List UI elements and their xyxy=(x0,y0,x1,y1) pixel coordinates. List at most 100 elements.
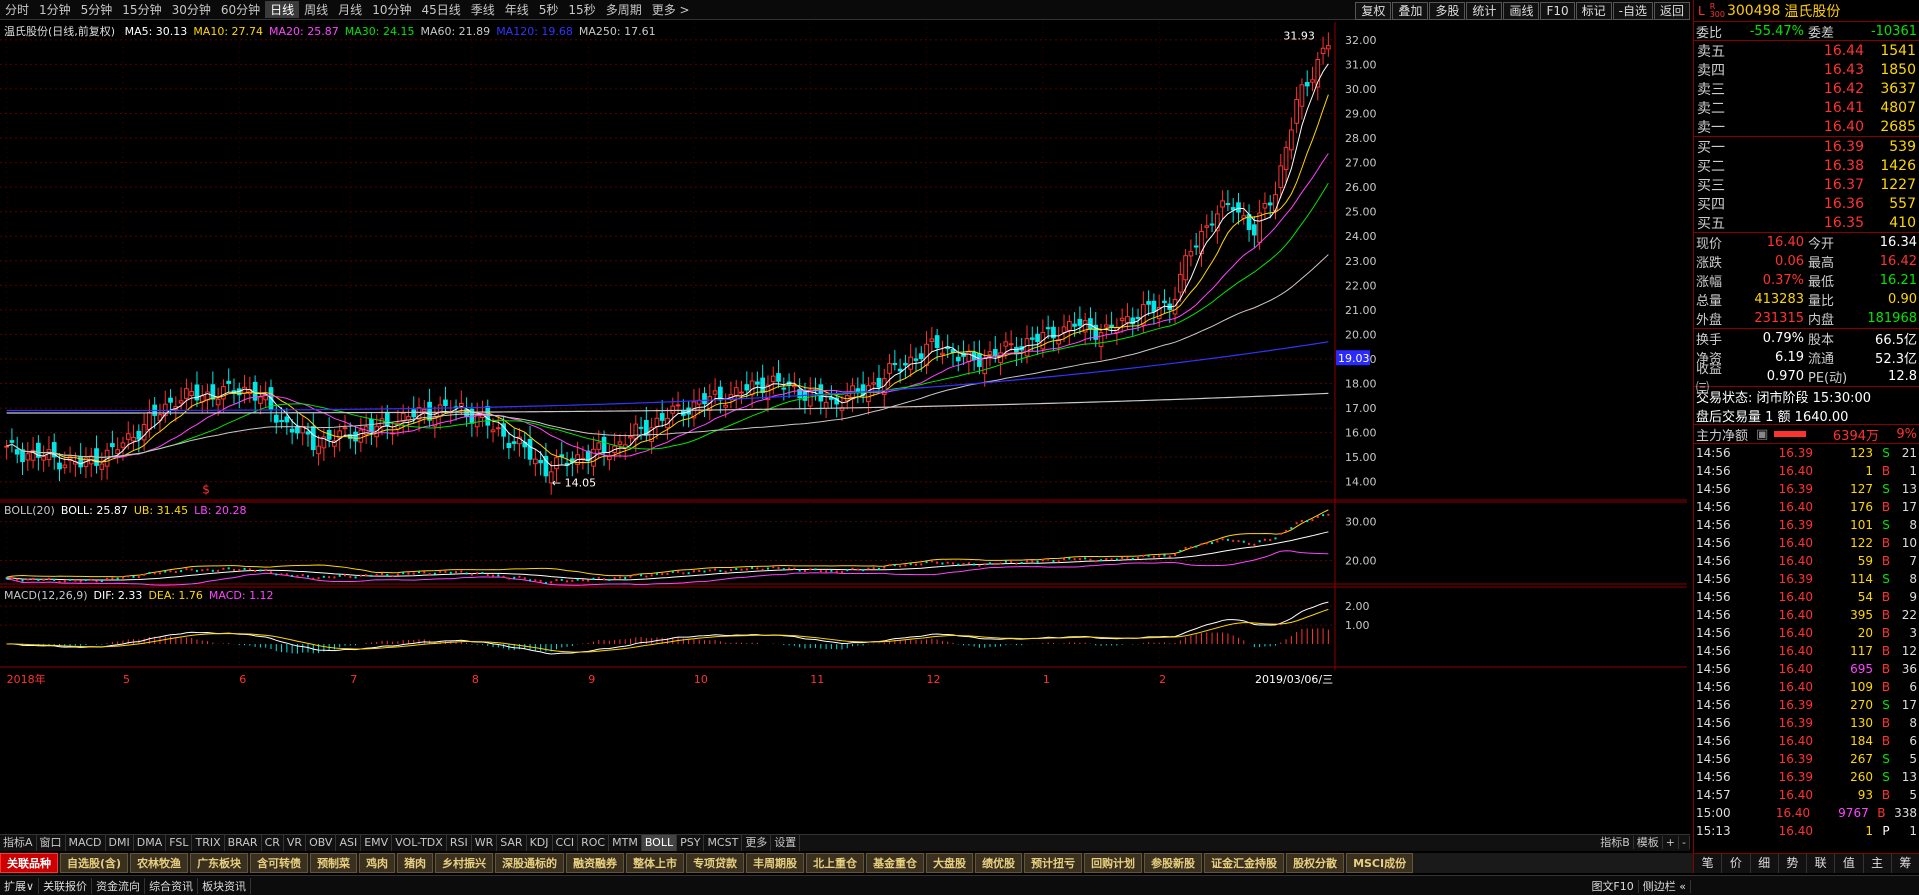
indicator-tab[interactable]: MACD xyxy=(66,835,106,851)
sector-tag[interactable]: 含可转债 xyxy=(250,853,309,873)
right-tab[interactable]: 笔 xyxy=(1694,854,1723,873)
status-tab[interactable]: 扩展∨ xyxy=(0,877,40,894)
indicator-tab[interactable]: BOLL xyxy=(641,835,678,851)
period-tab[interactable]: 30分钟 xyxy=(167,1,216,18)
sector-tag[interactable]: 整体上市 xyxy=(626,853,685,873)
sector-tag[interactable]: 回购计划 xyxy=(1084,853,1143,873)
sector-tag[interactable]: 自选股(含) xyxy=(60,853,129,873)
period-tab[interactable]: 月线 xyxy=(333,1,367,18)
sector-tag[interactable]: 融资融券 xyxy=(566,853,625,873)
indicator-right-button[interactable]: + xyxy=(1662,836,1680,849)
indicator-tab[interactable]: MTM xyxy=(609,835,642,851)
toolbar-button[interactable]: 画线 xyxy=(1503,2,1540,20)
period-tab[interactable]: 45日线 xyxy=(416,1,465,18)
sector-tag[interactable]: 大盘股 xyxy=(926,853,974,873)
right-tab[interactable]: 联 xyxy=(1807,854,1836,873)
status-tab[interactable]: 关联报价 xyxy=(39,877,93,894)
toolbar-button[interactable]: 统计 xyxy=(1466,2,1503,20)
main-flow-row[interactable]: 主力净额 ▣ 6394万 9% xyxy=(1694,425,1919,444)
order-row[interactable]: 卖三 16.42 3637 xyxy=(1694,79,1919,98)
sector-tag[interactable]: 北上重仓 xyxy=(806,853,865,873)
sector-tag[interactable]: MSCI成份 xyxy=(1346,853,1414,873)
period-tab[interactable]: 分时 xyxy=(0,1,34,18)
indicator-tab[interactable]: RSI xyxy=(447,835,472,851)
indicator-tab[interactable]: VOL-TDX xyxy=(392,835,447,851)
right-tab[interactable]: 细 xyxy=(1751,854,1779,873)
sector-tag[interactable]: 股权分散 xyxy=(1286,853,1345,873)
indicator-tab[interactable]: TRIX xyxy=(192,835,225,851)
sector-tag[interactable]: 参股新股 xyxy=(1144,853,1203,873)
sector-tag[interactable]: 专项贷款 xyxy=(686,853,745,873)
toolbar-button[interactable]: 返回 xyxy=(1653,2,1690,20)
kline-chart[interactable]: 32.00 31.00 30.00 29.00 28.00 27.00 26.00 25.00… xyxy=(0,22,1690,834)
indicator-right-button[interactable]: - xyxy=(1679,836,1690,849)
indicator-tab[interactable]: MCST xyxy=(704,835,743,851)
right-tab[interactable]: 筹 xyxy=(1892,854,1919,873)
toolbar-button[interactable]: 标记 xyxy=(1575,2,1612,20)
indicator-tab[interactable]: CR xyxy=(262,835,284,851)
sector-tag[interactable]: 广东板块 xyxy=(190,853,249,873)
indicator-tab[interactable]: PSY xyxy=(677,835,705,851)
indicator-tab[interactable]: EMV xyxy=(361,835,393,851)
indicator-tab[interactable]: KDJ xyxy=(527,835,553,851)
toolbar-button[interactable]: 复权 xyxy=(1355,2,1392,20)
indicator-tab[interactable]: BRAR xyxy=(225,835,262,851)
indicator-right-button[interactable]: 模板 xyxy=(1633,836,1663,849)
indicator-tab[interactable]: VR xyxy=(284,835,307,851)
period-tab[interactable]: 周线 xyxy=(299,1,333,18)
sector-tag[interactable]: 证金汇金持股 xyxy=(1204,853,1285,873)
right-tab[interactable]: 价 xyxy=(1722,854,1751,873)
toolbar-button[interactable]: F10 xyxy=(1540,2,1575,20)
indicator-tab[interactable]: CCI xyxy=(553,835,579,851)
sector-tag[interactable]: 丰周期股 xyxy=(746,853,805,873)
status-right-button[interactable]: 侧边栏 « xyxy=(1638,879,1691,893)
period-tab[interactable]: 更多 > xyxy=(647,1,695,18)
right-tab[interactable]: 势 xyxy=(1779,854,1807,873)
sector-tag[interactable]: 关联品种 xyxy=(0,853,58,873)
period-tab[interactable]: 1分钟 xyxy=(34,1,76,18)
order-row[interactable]: 买五 16.35 410 xyxy=(1694,213,1919,232)
period-tab[interactable]: 多周期 xyxy=(601,1,647,18)
indicator-tab[interactable]: 设置 xyxy=(771,835,801,851)
order-row[interactable]: 卖四 16.43 1850 xyxy=(1694,60,1919,79)
sector-tag[interactable]: 农林牧渔 xyxy=(130,853,189,873)
toolbar-button[interactable]: 多股 xyxy=(1429,2,1466,20)
sector-tag[interactable]: 绩优股 xyxy=(975,853,1023,873)
indicator-tab[interactable]: ROC xyxy=(578,835,610,851)
order-row[interactable]: 卖五 16.44 1541 xyxy=(1694,41,1919,60)
period-tab[interactable]: 5分钟 xyxy=(76,1,118,18)
indicator-tab[interactable]: WR xyxy=(472,835,498,851)
period-tab[interactable]: 日线 xyxy=(265,1,300,18)
sector-tag[interactable]: 猪肉 xyxy=(397,853,434,873)
order-row[interactable]: 卖二 16.41 4807 xyxy=(1694,98,1919,117)
indicator-tab[interactable]: DMA xyxy=(134,835,167,851)
indicator-tab[interactable]: DMI xyxy=(106,835,134,851)
period-tab[interactable]: 60分钟 xyxy=(216,1,265,18)
period-tab[interactable]: 年线 xyxy=(500,1,534,18)
sector-tag[interactable]: 预计扭亏 xyxy=(1024,853,1083,873)
indicator-tab[interactable]: 指标A xyxy=(0,835,37,851)
indicator-tab[interactable]: 更多 xyxy=(742,835,772,851)
period-tab[interactable]: 10分钟 xyxy=(367,1,416,18)
period-tab[interactable]: 15分钟 xyxy=(117,1,166,18)
tick-list[interactable]: 14:56 16.39 123 S 21 14:56 16.40 1 B 1 14:56 16.39 1… xyxy=(1694,444,1919,840)
sector-tag[interactable]: 深股通标的 xyxy=(495,853,565,873)
toolbar-button[interactable]: 叠加 xyxy=(1392,2,1429,20)
status-tab[interactable]: 综合资讯 xyxy=(145,877,199,894)
sector-tag[interactable]: 预制菜 xyxy=(310,853,358,873)
period-tab[interactable]: 5秒 xyxy=(534,1,564,18)
toolbar-button[interactable]: -自选 xyxy=(1612,2,1653,20)
sector-tag[interactable]: 乡村振兴 xyxy=(435,853,494,873)
order-row[interactable]: 买四 16.36 557 xyxy=(1694,194,1919,213)
indicator-tab[interactable]: 窗口 xyxy=(37,835,66,851)
right-tab[interactable]: 值 xyxy=(1835,854,1864,873)
order-row[interactable]: 买二 16.38 1426 xyxy=(1694,156,1919,175)
indicator-tab[interactable]: SAR xyxy=(497,835,527,851)
sector-tag[interactable]: 鸡肉 xyxy=(359,853,396,873)
period-tab[interactable]: 15秒 xyxy=(563,1,600,18)
indicator-tab[interactable]: ASI xyxy=(336,835,362,851)
indicator-tab[interactable]: OBV xyxy=(306,835,337,851)
right-tab[interactable]: 主 xyxy=(1864,854,1892,873)
indicator-tab[interactable]: FSL xyxy=(166,835,193,851)
status-right-button[interactable]: 图文F10 xyxy=(1587,879,1639,893)
